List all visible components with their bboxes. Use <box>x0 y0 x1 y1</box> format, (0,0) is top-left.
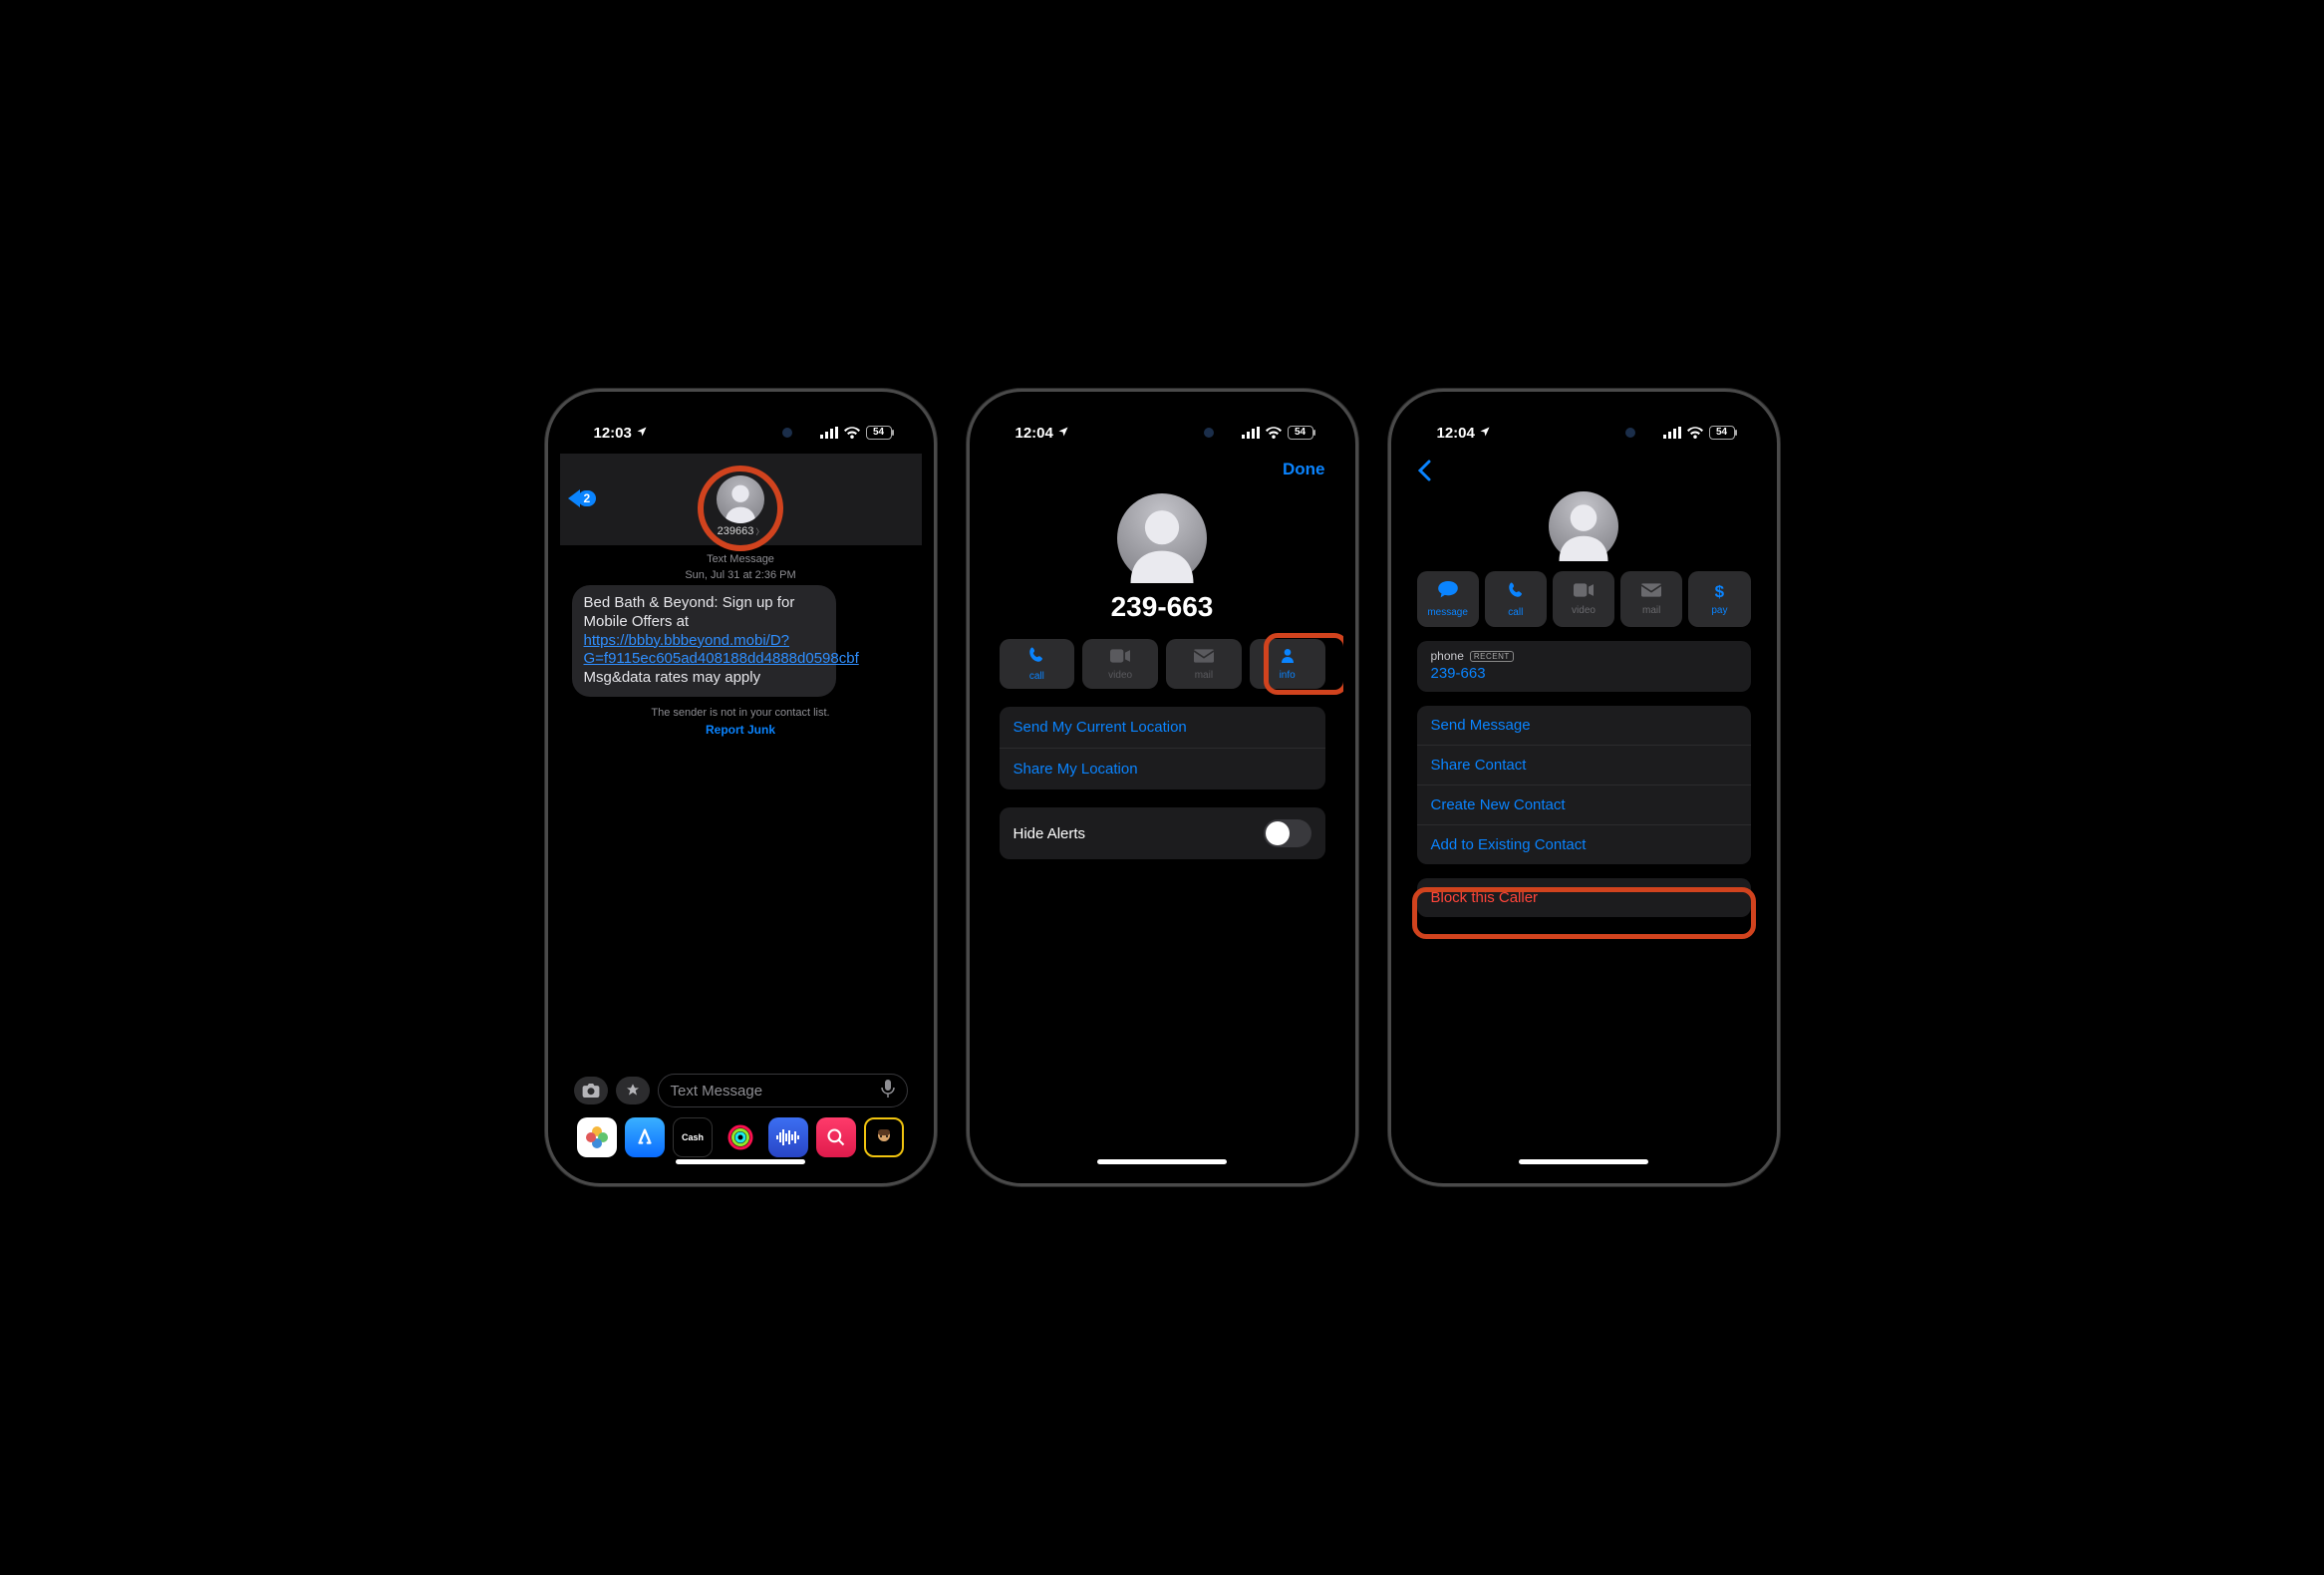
cellular-icon <box>1663 427 1681 439</box>
unread-badge: 2 <box>578 490 597 506</box>
phone-cell[interactable]: phone RECENT 239-663 <box>1417 641 1751 692</box>
message-type-label: Text Message <box>572 553 910 565</box>
wifi-icon <box>1266 427 1282 439</box>
message-link[interactable]: https://bbby.bbbeyond.mobi/D?G=f9115ec60… <box>584 632 859 668</box>
app-dock: Cash <box>568 1115 914 1157</box>
memoji-app-icon[interactable] <box>864 1117 904 1157</box>
alerts-group: Hide Alerts <box>1000 807 1325 859</box>
video-icon <box>1574 582 1594 602</box>
pay-button[interactable]: $ pay <box>1688 571 1750 627</box>
video-button[interactable]: video <box>1082 639 1158 689</box>
phone-frame-2: 12:04 54 Done 239-663 call <box>967 389 1358 1186</box>
hide-alerts-toggle[interactable] <box>1264 819 1311 847</box>
mail-button[interactable]: mail <box>1620 571 1682 627</box>
dynamic-island <box>681 416 800 450</box>
call-button[interactable]: call <box>1485 571 1547 627</box>
phone-frame-1: 12:03 54 2 239663〉 <box>545 389 937 1186</box>
annotation-box <box>1264 633 1343 695</box>
dynamic-island <box>1524 416 1643 450</box>
clock: 12:03 <box>594 425 632 442</box>
create-contact-button[interactable]: Create New Contact <box>1417 785 1751 824</box>
contact-actions-row: message call video mail $ pay <box>1403 571 1765 627</box>
home-indicator[interactable] <box>1097 1159 1227 1164</box>
send-location-button[interactable]: Send My Current Location <box>1000 707 1325 748</box>
share-contact-button[interactable]: Share Contact <box>1417 745 1751 785</box>
mail-icon <box>1194 648 1214 668</box>
location-icon <box>1479 425 1491 442</box>
message-bubble[interactable]: Bed Bath & Beyond: Sign up for Mobile Of… <box>572 585 836 697</box>
send-message-button[interactable]: Send Message <box>1417 706 1751 745</box>
appstore-button[interactable] <box>616 1077 650 1104</box>
phone-group: phone RECENT 239-663 <box>1417 641 1751 692</box>
applecash-app-icon[interactable]: Cash <box>673 1117 713 1157</box>
recent-badge: RECENT <box>1470 651 1514 662</box>
cellular-icon <box>1242 427 1260 439</box>
video-icon <box>1110 648 1130 668</box>
camera-button[interactable] <box>574 1077 608 1104</box>
report-junk-button[interactable]: Report Junk <box>572 723 910 737</box>
input-placeholder: Text Message <box>671 1083 763 1100</box>
wifi-icon <box>844 427 860 439</box>
battery-indicator: 54 <box>866 426 892 440</box>
annotation-circle <box>698 466 783 551</box>
conversation-header[interactable]: 2 239663〉 <box>560 454 922 545</box>
call-button[interactable]: call <box>1000 639 1075 689</box>
dictate-icon[interactable] <box>881 1080 895 1102</box>
contact-number: 239-663 <box>982 591 1343 623</box>
message-icon <box>1438 581 1458 604</box>
battery-indicator: 54 <box>1288 426 1313 440</box>
hide-alerts-row: Hide Alerts <box>1000 807 1325 859</box>
video-button[interactable]: video <box>1553 571 1614 627</box>
phone-frame-3: 12:04 54 message <box>1388 389 1780 1186</box>
share-location-button[interactable]: Share My Location <box>1000 748 1325 789</box>
hide-alerts-label: Hide Alerts <box>1014 825 1086 842</box>
audio-app-icon[interactable] <box>768 1117 808 1157</box>
back-button[interactable] <box>1417 462 1431 486</box>
contact-avatar <box>1549 491 1618 561</box>
location-icon <box>636 425 648 442</box>
contact-actions-group: Send Message Share Contact Create New Co… <box>1417 706 1751 864</box>
phone-icon <box>1027 646 1045 669</box>
dynamic-island <box>1102 416 1222 450</box>
appstore-app-icon[interactable] <box>625 1117 665 1157</box>
location-group: Send My Current Location Share My Locati… <box>1000 707 1325 789</box>
mail-icon <box>1641 582 1661 602</box>
message-button[interactable]: message <box>1417 571 1479 627</box>
search-app-icon[interactable] <box>816 1117 856 1157</box>
mail-button[interactable]: mail <box>1166 639 1242 689</box>
photos-app-icon[interactable] <box>577 1117 617 1157</box>
message-timestamp: Sun, Jul 31 at 2:36 PM <box>572 569 910 581</box>
unknown-sender-note: The sender is not in your contact list. <box>572 707 910 719</box>
home-indicator[interactable] <box>676 1159 805 1164</box>
wifi-icon <box>1687 427 1703 439</box>
phone-label: phone <box>1431 649 1464 663</box>
home-indicator[interactable] <box>1519 1159 1648 1164</box>
phone-number[interactable]: 239-663 <box>1431 665 1737 682</box>
annotation-box <box>1412 887 1756 939</box>
clock: 12:04 <box>1437 425 1475 442</box>
location-icon <box>1057 425 1069 442</box>
battery-indicator: 54 <box>1709 426 1735 440</box>
pay-icon: $ <box>1715 582 1724 602</box>
message-input[interactable]: Text Message <box>658 1074 908 1107</box>
fitness-app-icon[interactable] <box>721 1117 760 1157</box>
cellular-icon <box>820 427 838 439</box>
back-button[interactable]: 2 <box>568 489 597 507</box>
done-button[interactable]: Done <box>1283 460 1325 479</box>
contact-actions-row: call video mail info <box>982 639 1343 689</box>
add-existing-button[interactable]: Add to Existing Contact <box>1417 824 1751 864</box>
contact-avatar <box>1117 493 1207 583</box>
clock: 12:04 <box>1016 425 1053 442</box>
phone-icon <box>1507 581 1525 604</box>
